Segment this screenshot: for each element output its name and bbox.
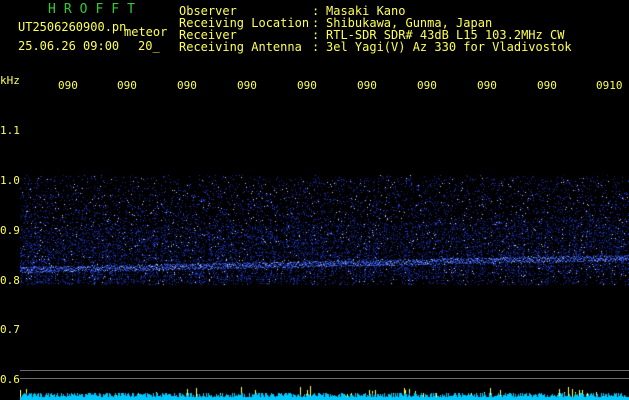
antenna-value: 3el Yagi(V) Az 330 for Vladivostok: [326, 40, 572, 54]
x-tick-label: 0910: [596, 79, 623, 92]
y-tick-label: 1.1: [0, 124, 20, 137]
antenna-sep: :: [312, 40, 320, 54]
y-tick-label: 0.6: [0, 373, 20, 386]
y-axis-unit: kHz: [0, 74, 20, 87]
spectrogram-canvas: [20, 95, 629, 400]
antenna-key: Receiving Antenna: [179, 40, 302, 54]
mode-label: meteor: [124, 25, 168, 39]
header-panel: HROFFT UT2506260900.pn meteor 25.06.26 0…: [0, 0, 629, 70]
x-tick-label: 090: [417, 79, 437, 92]
y-tick-label: 0.9: [0, 224, 20, 237]
y-tick-label: 0.7: [0, 323, 20, 336]
x-tick-label: 090: [177, 79, 197, 92]
file-name: UT2506260900.pn: [18, 20, 127, 34]
app-brand: HROFFT: [48, 2, 143, 17]
x-tick-label: 090: [357, 79, 377, 92]
x-tick-label: 090: [477, 79, 497, 92]
spectrogram-plot: [20, 95, 629, 400]
x-tick-label: 090: [297, 79, 317, 92]
mode-extra-label: 20_: [138, 39, 160, 53]
x-tick-label: 090: [237, 79, 257, 92]
x-tick-label: 090: [117, 79, 137, 92]
y-tick-label: 0.8: [0, 274, 20, 287]
reference-line: [20, 378, 629, 379]
y-tick-label: 1.0: [0, 174, 20, 187]
reference-line: [20, 370, 629, 371]
datetime-label: 25.06.26 09:00: [18, 39, 120, 53]
x-tick-label: 090: [537, 79, 557, 92]
x-tick-label: 090: [58, 79, 78, 92]
